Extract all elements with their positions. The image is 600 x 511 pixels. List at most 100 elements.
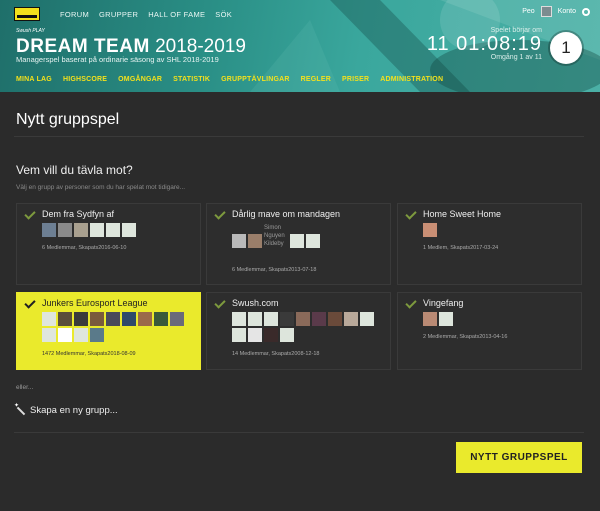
nav-highscore[interactable]: HIGHSCORE bbox=[63, 76, 107, 83]
group-card-swush-com[interactable]: Swush.com 14 Medlemmar, Skapats2008-12-1… bbox=[206, 292, 391, 370]
group-meta: 1472 Medlemmar, Skapats2018-08-09 bbox=[42, 351, 136, 357]
game-subtitle: Managerspel baserat på ordinarie säsong … bbox=[16, 55, 219, 64]
check-icon bbox=[405, 297, 417, 309]
nav-hall-of-fame[interactable]: HALL OF FAME bbox=[148, 10, 205, 19]
site-logo[interactable] bbox=[14, 7, 40, 21]
group-name: Dem fra Sydfyn af bbox=[42, 209, 115, 219]
section-title: Vem vill du tävla mot? bbox=[16, 163, 133, 177]
avatar bbox=[58, 223, 72, 237]
check-icon bbox=[214, 297, 226, 309]
nav-grupper[interactable]: GRUPPER bbox=[99, 10, 138, 19]
check-icon bbox=[214, 208, 226, 220]
avatar bbox=[74, 312, 88, 326]
group-meta: 6 Medlemmar, Skapats2016-06-10 bbox=[42, 245, 127, 251]
avatar bbox=[232, 312, 246, 326]
avatar bbox=[106, 312, 120, 326]
avatar bbox=[280, 312, 294, 326]
nav-forum[interactable]: FORUM bbox=[60, 10, 89, 19]
group-card-dem-fra-sydfyn-af[interactable]: Dem fra Sydfyn af 6 Medlemmar, Skapats20… bbox=[16, 203, 201, 285]
avatar bbox=[328, 312, 342, 326]
avatar bbox=[423, 312, 437, 326]
avatar bbox=[42, 328, 56, 342]
group-meta: 2 Medlemmar, Skapats2013-04-16 bbox=[423, 334, 508, 340]
group-name: Dårlig mave om mandagen bbox=[232, 209, 341, 219]
avatar bbox=[290, 234, 304, 248]
main-navigation: MINA LAG HIGHSCORE OMGÅNGAR STATISTIK GR… bbox=[16, 76, 454, 83]
avatar bbox=[248, 328, 262, 342]
nav-grupptavlingar[interactable]: GRUPPTÄVLINGAR bbox=[221, 76, 290, 83]
member-avatars bbox=[423, 223, 573, 237]
avatar bbox=[439, 312, 453, 326]
nav-regler[interactable]: REGLER bbox=[301, 76, 331, 83]
countdown: Spelet börjar om 11 01:08:19 Omgång 1 av… bbox=[427, 27, 542, 61]
nav-mina-lag[interactable]: MINA LAG bbox=[16, 76, 52, 83]
user-name[interactable]: Peo bbox=[522, 8, 534, 15]
group-card-junkers-eurosport-league[interactable]: Junkers Eurosport League 1472 Medlemmar,… bbox=[16, 292, 201, 370]
check-icon bbox=[24, 297, 36, 309]
avatar bbox=[312, 312, 326, 326]
avatar bbox=[232, 234, 246, 248]
avatar bbox=[296, 312, 310, 326]
avatar bbox=[423, 223, 437, 237]
avatar bbox=[170, 312, 184, 326]
member-avatars bbox=[423, 312, 573, 326]
member-avatars bbox=[42, 312, 192, 342]
avatar bbox=[42, 312, 56, 326]
avatar bbox=[264, 312, 278, 326]
nav-priser[interactable]: PRISER bbox=[342, 76, 369, 83]
check-icon bbox=[405, 208, 417, 220]
avatar bbox=[42, 223, 56, 237]
avatar bbox=[344, 312, 358, 326]
avatar bbox=[280, 328, 294, 342]
avatar bbox=[90, 312, 104, 326]
group-card-darlig-mave-om-mandagen[interactable]: Dårlig mave om mandagen Simon Nguyen Kil… bbox=[206, 203, 391, 285]
new-group-game-button[interactable]: NYTT GRUPPSPEL bbox=[456, 442, 582, 473]
member-avatars bbox=[42, 223, 192, 237]
member-avatars bbox=[232, 312, 382, 342]
account-link[interactable]: Konto bbox=[558, 8, 576, 15]
group-meta: 1 Medlem, Skapats2017-03-24 bbox=[423, 245, 499, 251]
avatar bbox=[154, 312, 168, 326]
avatar bbox=[58, 328, 72, 342]
section-hint: Välj en grupp av personer som du har spe… bbox=[16, 184, 186, 191]
page-title: Nytt gruppspel bbox=[16, 111, 120, 128]
avatar bbox=[306, 234, 320, 248]
gear-icon[interactable] bbox=[582, 7, 590, 16]
avatar bbox=[232, 328, 246, 342]
nav-sok[interactable]: SÖK bbox=[215, 10, 232, 19]
avatar bbox=[360, 312, 374, 326]
group-name: Home Sweet Home bbox=[423, 209, 502, 219]
create-group-link[interactable]: Skapa en ny grupp... bbox=[14, 402, 118, 416]
avatar bbox=[122, 223, 136, 237]
round-label: Omgång 1 av 11 bbox=[490, 54, 542, 61]
or-separator: eller... bbox=[16, 384, 34, 391]
game-title-season: 2018-2019 bbox=[155, 36, 246, 57]
divider bbox=[14, 432, 584, 433]
nav-administration[interactable]: ADMINISTRATION bbox=[380, 76, 443, 83]
nav-statistik[interactable]: STATISTIK bbox=[173, 76, 210, 83]
group-name: Vingefang bbox=[423, 298, 464, 308]
group-card-home-sweet-home[interactable]: Home Sweet Home 1 Medlem, Skapats2017-03… bbox=[397, 203, 582, 285]
group-meta: 6 Medlemmar, Skapats2013-07-18 bbox=[232, 267, 317, 273]
broken-image-alt-text: Simon Nguyen Kildeby bbox=[264, 225, 285, 247]
brand-logo-small: Swush PLAY bbox=[16, 28, 45, 34]
magic-wand-icon bbox=[14, 402, 25, 415]
avatar bbox=[138, 312, 152, 326]
avatar bbox=[74, 328, 88, 342]
nav-omgangar[interactable]: OMGÅNGAR bbox=[118, 76, 162, 83]
group-name: Swush.com bbox=[232, 298, 279, 308]
divider bbox=[14, 136, 584, 137]
avatar bbox=[106, 223, 120, 237]
user-avatar[interactable] bbox=[540, 6, 552, 17]
check-icon bbox=[24, 208, 36, 220]
group-card-vingefang[interactable]: Vingefang 2 Medlemmar, Skapats2013-04-16 bbox=[397, 292, 582, 370]
avatar bbox=[74, 223, 88, 237]
round-number-badge: 1 bbox=[550, 32, 582, 64]
user-menu: Peo Konto bbox=[522, 6, 590, 17]
site-header: FORUM GRUPPER HALL OF FAME SÖK Peo Konto… bbox=[0, 0, 600, 92]
avatar bbox=[58, 312, 72, 326]
avatar bbox=[122, 312, 136, 326]
countdown-time: 11 01:08:19 bbox=[426, 33, 542, 55]
top-navigation: FORUM GRUPPER HALL OF FAME SÖK bbox=[14, 7, 242, 21]
group-meta: 14 Medlemmar, Skapats2008-12-18 bbox=[232, 351, 320, 357]
